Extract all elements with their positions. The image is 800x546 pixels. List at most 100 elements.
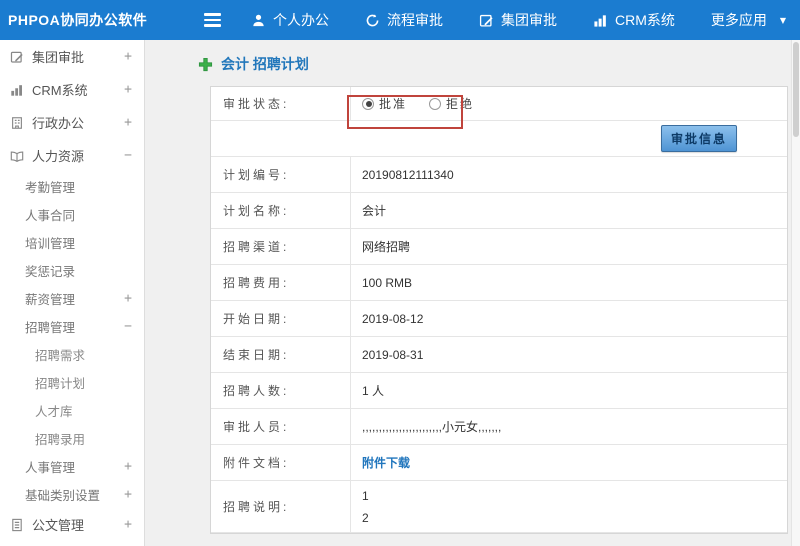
form-row-approval-button: 审批信息 (211, 121, 787, 157)
sidebar-item-personnel-manage[interactable]: 人事管理 + (0, 452, 144, 480)
field-label-start-date: 开始日期: (211, 301, 351, 336)
expand-plus-icon[interactable]: + (124, 291, 132, 306)
sidebar-item-label: 人力资源 (32, 149, 85, 164)
sidebar-item-personnel-contract[interactable]: 人事合同 (0, 200, 144, 228)
collapse-minus-icon[interactable]: − (124, 319, 132, 334)
field-value-start-date: 2019-08-12 (362, 311, 424, 326)
sidebar-item-group-approval[interactable]: 集团审批 + (0, 40, 144, 73)
sidebar-item-human-resources[interactable]: 人力资源 − (0, 139, 144, 172)
app-logo: PHPOA协同办公软件 (8, 12, 148, 28)
sidebar-item-label: CRM系统 (32, 83, 88, 98)
radio-reject-circle[interactable] (429, 97, 442, 110)
sidebar-item-label: 考勤管理 (25, 180, 76, 195)
chart-icon (593, 13, 608, 28)
form-row-approvers: 审批人员: ,,,,,,,,,,,,,,,,,,,,,,,,小元女,,,,,,, (211, 409, 787, 445)
sidebar: 集团审批 + CRM系统 + 行政办公 + 人力资源 − 考勤管理人事合同培训管理奖惩记录薪资管… (0, 40, 145, 546)
collapse-minus-icon[interactable]: − (124, 148, 132, 163)
edit-icon (479, 13, 494, 28)
nav-item-label: 更多应用 (710, 12, 767, 28)
sidebar-item-label: 薪资管理 (25, 292, 76, 307)
hr-icon (10, 149, 24, 163)
field-label-plan-number: 计划编号: (211, 157, 351, 192)
radio-reject[interactable]: 拒绝 (429, 95, 474, 112)
vertical-scrollbar[interactable] (791, 40, 800, 546)
recruit-plan-form: 审批状态: 批准 拒绝 审批信息 计划编号: 20190812111340 计划名称… (210, 86, 788, 534)
sidebar-item-salary[interactable]: 薪资管理 + (0, 284, 144, 312)
expand-plus-icon[interactable]: + (124, 49, 132, 64)
field-value-plan-number: 20190812111340 (362, 167, 454, 182)
topbar: PHPOA协同办公软件 个人办公 流程审批 集团审批 CRM系统 更多应用 ▼ (0, 0, 800, 40)
scrollbar-thumb[interactable] (793, 42, 799, 137)
expand-plus-icon[interactable]: + (124, 517, 132, 532)
add-plus-icon (198, 57, 213, 72)
radio-approve-label: 批准 (379, 97, 408, 111)
edit-icon (10, 50, 24, 64)
nav-item-label: 个人办公 (273, 12, 329, 28)
page-title-text: 会计 招聘计划 (221, 56, 309, 72)
field-label-approval-status: 审批状态: (211, 87, 351, 120)
sidebar-item-attendance[interactable]: 考勤管理 (0, 172, 144, 200)
form-row-start-date: 开始日期: 2019-08-12 (211, 301, 787, 337)
sidebar-item-label: 招聘计划 (35, 376, 86, 391)
field-value-description: 12 (351, 481, 787, 532)
caret-down-icon: ▼ (779, 15, 787, 25)
description-line: 1 (362, 488, 369, 503)
sidebar-item-label: 培训管理 (25, 236, 76, 251)
sidebar-item-vehicle-manage[interactable]: 用车管理+ (0, 541, 144, 546)
sidebar-item-label: 集团审批 (32, 50, 85, 65)
main-content: 会计 招聘计划 审批状态: 批准 拒绝 审批信息 计划编号: 2019081211… (146, 40, 800, 546)
field-label-recruit-cost: 招聘费用: (211, 265, 351, 300)
sidebar-item-label: 招聘录用 (35, 432, 86, 447)
field-value-recruit-cost: 100 RMB (362, 275, 413, 290)
sidebar-item-label: 奖惩记录 (25, 264, 76, 279)
field-label-headcount: 招聘人数: (211, 373, 351, 408)
nav-item-more-apps[interactable]: 更多应用 ▼ (711, 10, 786, 30)
form-row-recruit-channel: 招聘渠道: 网络招聘 (211, 229, 787, 265)
sidebar-item-admin-office[interactable]: 行政办公 + (0, 106, 144, 139)
nav-item-personal-office[interactable]: 个人办公 (251, 10, 329, 30)
nav-item-group-approval[interactable]: 集团审批 (479, 10, 557, 30)
nav-item-label: 流程审批 (387, 12, 443, 28)
sidebar-item-recruit-hire[interactable]: 招聘录用 (0, 424, 144, 452)
expand-plus-icon[interactable]: + (124, 459, 132, 474)
chart-icon (10, 83, 24, 97)
sidebar-item-reward-punishment[interactable]: 奖惩记录 (0, 256, 144, 284)
hamburger-menu-icon[interactable] (200, 9, 225, 31)
nav-item-crm-system[interactable]: CRM系统 (593, 10, 675, 30)
attachment-download-link[interactable]: 附件下载 (362, 454, 410, 471)
flow-icon (365, 13, 380, 28)
form-row-plan-name: 计划名称: 会计 (211, 193, 787, 229)
sidebar-item-recruit-manage[interactable]: 招聘管理 − (0, 312, 144, 340)
form-row-end-date: 结束日期: 2019-08-31 (211, 337, 787, 373)
description-line: 2 (362, 510, 369, 525)
radio-approve[interactable]: 批准 (362, 95, 407, 112)
sidebar-item-document-manage[interactable]: 公文管理 + (0, 508, 144, 541)
doc-icon (10, 518, 24, 532)
form-row-approval-status: 审批状态: 批准 拒绝 (211, 87, 787, 121)
field-label-plan-name: 计划名称: (211, 193, 351, 228)
nav-item-process-approval[interactable]: 流程审批 (365, 10, 443, 30)
sidebar-item-label: 招聘管理 (25, 320, 76, 335)
sidebar-item-label: 行政办公 (32, 116, 85, 131)
field-value-headcount: 1 人 (362, 384, 385, 398)
radio-approve-circle[interactable] (362, 97, 374, 110)
sidebar-item-label: 人事管理 (25, 460, 76, 475)
sidebar-item-training[interactable]: 培训管理 (0, 228, 144, 256)
sidebar-item-recruit-need[interactable]: 招聘需求 (0, 340, 144, 368)
sidebar-item-crm-system[interactable]: CRM系统 + (0, 73, 144, 106)
expand-plus-icon[interactable]: + (124, 487, 132, 502)
approval-info-button[interactable]: 审批信息 (660, 125, 737, 152)
expand-plus-icon[interactable]: + (124, 82, 132, 97)
sidebar-item-base-category[interactable]: 基础类别设置 + (0, 480, 144, 508)
sidebar-item-label: 人事合同 (25, 208, 76, 223)
field-label-recruit-channel: 招聘渠道: (211, 229, 351, 264)
sidebar-item-recruit-plan[interactable]: 招聘计划 (0, 368, 144, 396)
expand-plus-icon[interactable]: + (124, 115, 132, 130)
sidebar-item-label: 基础类别设置 (25, 488, 101, 503)
field-value-plan-name: 会计 (362, 204, 387, 218)
person-icon (251, 13, 266, 28)
approval-status-options: 批准 拒绝 (351, 87, 787, 120)
sidebar-item-label: 公文管理 (32, 518, 85, 533)
form-row-recruit-cost: 招聘费用: 100 RMB (211, 265, 787, 301)
sidebar-item-talent-pool[interactable]: 人才库 (0, 396, 144, 424)
